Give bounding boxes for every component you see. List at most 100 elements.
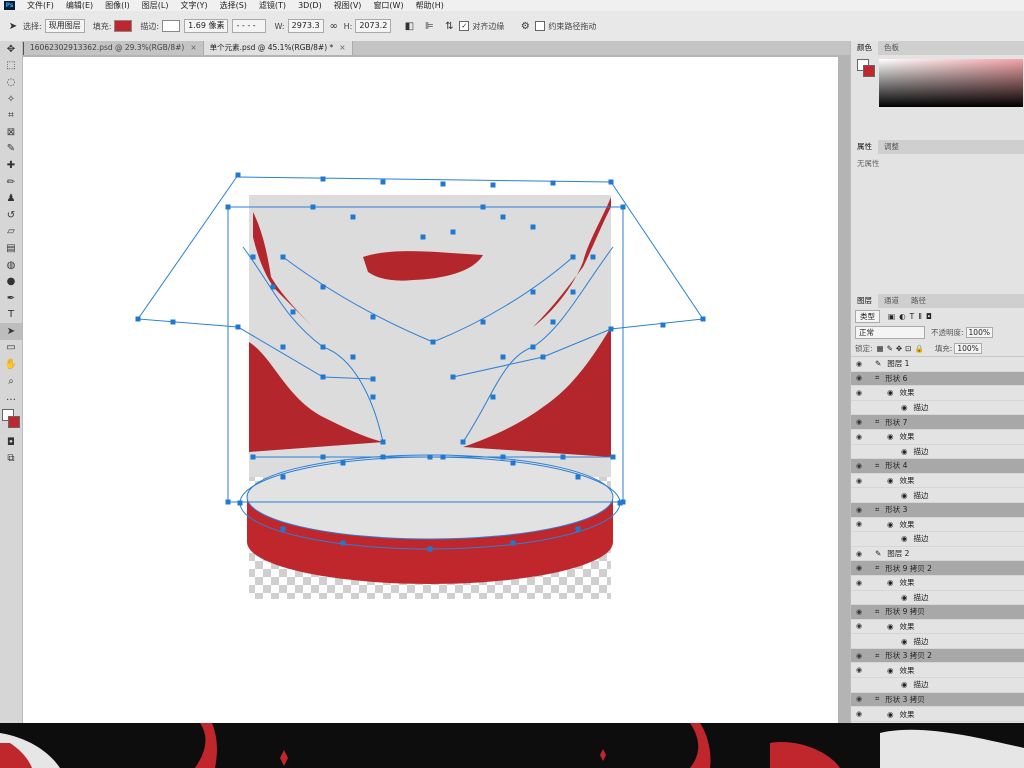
anchor-point[interactable] <box>575 474 581 480</box>
panel-tab[interactable]: 色板 <box>878 41 905 55</box>
anchor-point[interactable] <box>430 339 436 345</box>
anchor-point[interactable] <box>280 344 286 350</box>
more-tools-icon[interactable]: … <box>0 389 22 406</box>
eye-icon[interactable]: ◉ <box>851 579 867 587</box>
layer-row[interactable]: ◉ ✎ 图层 1 <box>851 357 1024 372</box>
anchor-point[interactable] <box>235 172 241 178</box>
marquee-tool-icon[interactable]: ⬚ <box>0 58 22 75</box>
history-brush-tool-icon[interactable]: ↺ <box>0 207 22 224</box>
anchor-point[interactable] <box>590 254 596 260</box>
link-icon[interactable]: ∞ <box>327 19 341 33</box>
anchor-point[interactable] <box>490 394 496 400</box>
panel-tab[interactable]: 图层 <box>851 294 878 308</box>
anchor-point[interactable] <box>570 254 576 260</box>
anchor-point[interactable] <box>510 540 516 546</box>
layer-row[interactable]: ◉ ⌗ 形状 7 <box>851 415 1024 430</box>
align-edges-checkbox[interactable]: ✓ <box>459 21 470 31</box>
path-selection-tool-icon[interactable]: ➤ <box>0 323 22 340</box>
gear-icon[interactable]: ⚙ <box>518 19 532 33</box>
dodge-tool-icon[interactable]: ● <box>0 273 22 290</box>
layer-row[interactable]: ◉ ◉ 效果 <box>851 474 1024 489</box>
layer-row[interactable]: ◉ ◉ 效果 <box>851 386 1024 401</box>
document-tab[interactable]: 16062302913362.psd @ 29.3%(RGB/8#) × <box>24 41 204 55</box>
eye-icon[interactable]: ◉ <box>851 666 867 674</box>
anchor-point[interactable] <box>280 474 286 480</box>
panel-tab[interactable]: 通道 <box>878 294 905 308</box>
anchor-point[interactable] <box>440 181 446 187</box>
eye-icon[interactable]: ◉ <box>851 433 867 441</box>
anchor-point[interactable] <box>270 284 276 290</box>
magic-wand-tool-icon[interactable]: ✧ <box>0 91 22 108</box>
layer-filter-dropdown[interactable]: 类型 <box>855 309 880 323</box>
anchor-point[interactable] <box>550 180 556 186</box>
quick-mask-icon[interactable]: ◘ <box>0 434 22 451</box>
opacity-field[interactable]: 100% <box>965 326 993 338</box>
crop-tool-icon[interactable]: ⌗ <box>0 107 22 124</box>
fill-field[interactable]: 100% <box>954 342 982 354</box>
anchor-point[interactable] <box>170 319 176 325</box>
anchor-point[interactable] <box>510 460 516 466</box>
fill-color-swatch[interactable] <box>114 20 133 32</box>
panel-tab[interactable]: 属性 <box>851 140 878 154</box>
layer-row[interactable]: ◉ 描边 <box>851 401 1024 416</box>
anchor-point[interactable] <box>530 344 536 350</box>
anchor-point[interactable] <box>235 324 241 330</box>
constrain-checkbox[interactable] <box>535 21 546 31</box>
eye-icon[interactable]: ◉ <box>851 608 867 616</box>
eyedropper-tool-icon[interactable]: ✎ <box>0 141 22 158</box>
anchor-point[interactable] <box>420 234 426 240</box>
width-field[interactable]: 2973.3 <box>287 19 324 33</box>
anchor-point[interactable] <box>370 376 376 382</box>
lock-icons[interactable]: ▦✎✥⊡🔒 <box>877 344 927 353</box>
layer-row[interactable]: ◉ ◉ 效果 <box>851 576 1024 591</box>
anchor-point[interactable] <box>237 500 243 506</box>
anchor-point[interactable] <box>608 179 614 185</box>
eye-icon[interactable]: ◉ <box>851 462 867 470</box>
eye-icon[interactable]: ◉ <box>851 520 867 528</box>
anchor-point[interactable] <box>540 354 546 360</box>
anchor-point[interactable] <box>608 326 614 332</box>
layer-row[interactable]: ◉ ⌗ 形状 9 拷贝 <box>851 605 1024 620</box>
anchor-point[interactable] <box>440 454 446 460</box>
layer-row[interactable]: ◉ ⌗ 形状 6 <box>851 371 1024 387</box>
layer-row[interactable]: ◉ ⌗ 形状 9 拷贝 2 <box>851 561 1024 576</box>
menu-item[interactable]: 视图(V) <box>328 0 368 11</box>
path-operations-icon[interactable]: ◧ <box>402 19 416 33</box>
anchor-point[interactable] <box>370 394 376 400</box>
path-alignment-icon[interactable]: ⊫ <box>422 19 436 33</box>
anchor-point[interactable] <box>320 374 326 380</box>
layer-row[interactable]: ◉ ⌗ 形状 3 拷贝 2 <box>851 648 1024 664</box>
layer-row[interactable]: ◉ 描边 <box>851 634 1024 649</box>
stroke-color-swatch[interactable] <box>162 20 181 32</box>
gradient-tool-icon[interactable]: ▤ <box>0 240 22 257</box>
anchor-point[interactable] <box>620 204 626 210</box>
height-field[interactable]: 2073.2 <box>355 19 392 33</box>
layer-row[interactable]: ◉ 描边 <box>851 445 1024 460</box>
pen-tool-icon[interactable]: ✒ <box>0 290 22 307</box>
anchor-point[interactable] <box>225 499 231 505</box>
anchor-point[interactable] <box>617 500 623 506</box>
eye-icon[interactable]: ◉ <box>851 418 867 426</box>
eye-icon[interactable]: ◉ <box>851 477 867 485</box>
eye-icon[interactable]: ◉ <box>851 695 867 703</box>
anchor-point[interactable] <box>380 439 386 445</box>
anchor-point[interactable] <box>530 224 536 230</box>
blur-tool-icon[interactable]: ◍ <box>0 257 22 274</box>
eye-icon[interactable]: ◉ <box>851 710 867 718</box>
document-canvas[interactable] <box>23 57 838 723</box>
blend-mode-dropdown[interactable]: 正常 <box>855 325 925 339</box>
eye-icon[interactable]: ◉ <box>851 389 867 397</box>
stroke-type-dropdown[interactable]: - - - - <box>232 19 267 33</box>
zoom-tool-icon[interactable]: ⌕ <box>0 373 22 390</box>
anchor-point[interactable] <box>250 254 256 260</box>
lasso-tool-icon[interactable]: ◌ <box>0 74 22 91</box>
anchor-point[interactable] <box>570 289 576 295</box>
layer-row[interactable]: ◉ ⌗ 形状 4 <box>851 459 1024 474</box>
layer-row[interactable]: ◉ ⌗ 形状 3 <box>851 502 1024 518</box>
anchor-point[interactable] <box>320 344 326 350</box>
panel-background-swatch[interactable] <box>863 65 875 77</box>
anchor-point[interactable] <box>610 454 616 460</box>
layer-row[interactable]: ◉ ◉ 效果 <box>851 707 1024 722</box>
anchor-point[interactable] <box>490 182 496 188</box>
anchor-point[interactable] <box>340 460 346 466</box>
